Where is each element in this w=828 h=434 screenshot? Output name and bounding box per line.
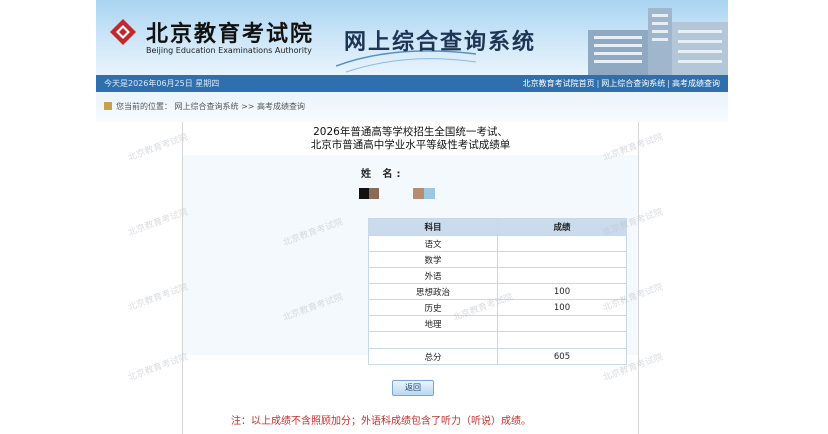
score-note: 注：以上成绩不含照顾加分；外语科成绩包含了听力（听说）成绩。 xyxy=(231,416,531,427)
column-header-subject: 科目 xyxy=(368,218,498,236)
redacted-name-block xyxy=(359,188,379,199)
subject-cell: 外语 xyxy=(368,267,498,284)
system-title: 网上综合查询系统 xyxy=(344,29,537,55)
score-cell: 100 xyxy=(497,283,627,300)
report-title-line2: 北京市普通高中学业水平等级性考试成绩单 xyxy=(310,139,511,151)
name-label: 姓 名: xyxy=(361,169,405,180)
subject-cell xyxy=(368,331,498,349)
column-header-score: 成绩 xyxy=(497,218,627,236)
nav-links: 北京教育考试院首页 | 网上综合查询系统 | 高考成绩查询 xyxy=(522,79,720,88)
building-illustration-icon xyxy=(588,8,728,75)
subject-cell: 历史 xyxy=(368,299,498,316)
total-row: 总分 605 xyxy=(368,348,627,365)
score-cell xyxy=(497,235,627,252)
table-row: 历史 100 xyxy=(368,299,627,316)
score-cell xyxy=(497,315,627,332)
nav-link-query-system[interactable]: 网上综合查询系统 xyxy=(601,79,665,88)
breadcrumb-text: 您当前的位置： 网上综合查询系统 >> 高考成绩查询 xyxy=(116,102,306,111)
table-row: 数学 xyxy=(368,251,627,268)
total-label-cell: 总分 xyxy=(368,348,498,365)
table-row: 语文 xyxy=(368,235,627,252)
total-score-cell: 605 xyxy=(497,348,627,365)
report-title: 2026年普通高等学校招生全国统一考试、 北京市普通高中学业水平等级性考试成绩单 xyxy=(183,126,638,152)
authority-name-en: Beijing Education Examinations Authority xyxy=(146,46,312,55)
page-frame: 北京教育考试院 Beijing Education Examinations A… xyxy=(96,0,728,434)
breadcrumb-bar: 您当前的位置： 网上综合查询系统 >> 高考成绩查询 xyxy=(96,92,728,122)
nav-link-authority-home[interactable]: 北京教育考试院首页 xyxy=(523,79,595,88)
breadcrumb: 您当前的位置： 网上综合查询系统 >> 高考成绩查询 xyxy=(104,101,305,112)
score-cell xyxy=(497,331,627,349)
subject-cell: 数学 xyxy=(368,251,498,268)
score-cell: 100 xyxy=(497,299,627,316)
table-row: 外语 xyxy=(368,267,627,284)
location-icon xyxy=(104,102,112,110)
score-cell xyxy=(497,251,627,268)
subject-cell: 思想政治 xyxy=(368,283,498,300)
subject-cell: 地理 xyxy=(368,315,498,332)
top-navbar: 今天是2026年06月25日 星期四 北京教育考试院首页 | 网上综合查询系统 | 高考… xyxy=(96,75,728,92)
table-row xyxy=(368,331,627,349)
authority-name: 北京教育考试院 xyxy=(146,21,315,47)
redacted-id-block xyxy=(413,188,435,199)
watermark: 北京教育考试院 xyxy=(126,132,190,164)
score-report-panel: 2026年普通高等学校招生全国统一考试、 北京市普通高中学业水平等级性考试成绩单… xyxy=(182,122,639,434)
watermark: 北京教育考试院 xyxy=(126,352,190,384)
score-table: 科目 成绩 语文 数学 外语 思想政治 100 历史 100 地理 总分 605 xyxy=(368,218,627,365)
watermark: 北京教育考试院 xyxy=(126,282,190,314)
nav-link-gaokao-score[interactable]: 高考成绩查询 xyxy=(672,79,720,88)
table-header-row: 科目 成绩 xyxy=(368,218,627,236)
table-row: 思想政治 100 xyxy=(368,283,627,300)
back-button[interactable]: 返回 xyxy=(392,380,434,396)
current-date: 今天是2026年06月25日 星期四 xyxy=(104,79,220,88)
score-cell xyxy=(497,267,627,284)
watermark: 北京教育考试院 xyxy=(126,207,190,239)
header-banner: 北京教育考试院 Beijing Education Examinations A… xyxy=(96,0,728,75)
subject-cell: 语文 xyxy=(368,235,498,252)
table-row: 地理 xyxy=(368,315,627,332)
report-title-line1: 2026年普通高等学校招生全国统一考试、 xyxy=(313,126,508,138)
authority-logo-icon xyxy=(110,19,136,45)
